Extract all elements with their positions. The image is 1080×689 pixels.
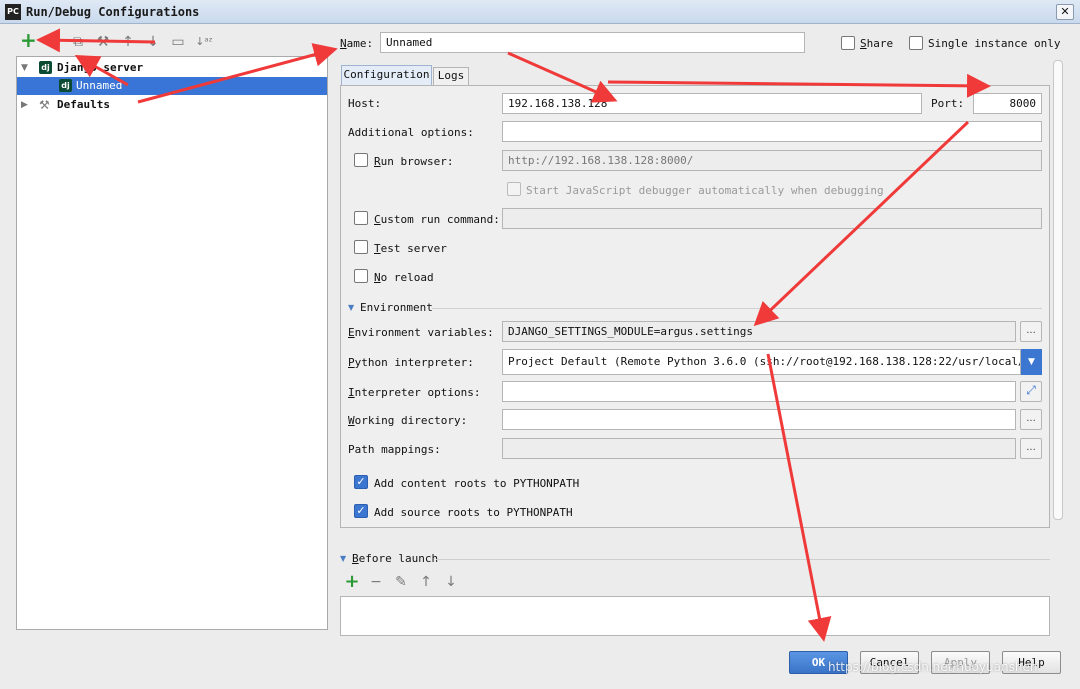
remove-configuration-icon[interactable]: − xyxy=(46,34,62,50)
add-content-roots-label: Add content roots to PYTHONPATH xyxy=(374,477,580,490)
python-interpreter-select[interactable]: Project Default (Remote Python 3.6.0 (ss… xyxy=(502,349,1021,375)
env-vars-browse-button[interactable]: ... xyxy=(1020,321,1042,342)
custom-run-command-checkbox[interactable] xyxy=(354,211,368,225)
window-title: Run/Debug Configurations xyxy=(26,5,200,19)
add-content-roots-checkbox[interactable]: ✓ xyxy=(354,475,368,489)
sort-alphabetically-icon[interactable]: ↓ᵃᶻ xyxy=(194,34,214,50)
host-label: Host: xyxy=(348,97,382,110)
tree-node-label: Defaults xyxy=(57,98,110,111)
tree-node-label: Django server xyxy=(57,61,144,74)
custom-run-command-input[interactable] xyxy=(502,208,1042,229)
run-browser-label: Run browser: xyxy=(374,155,454,168)
share-label: Share xyxy=(860,37,894,50)
copy-configuration-icon[interactable]: ⧉ xyxy=(70,34,86,50)
vertical-scrollbar[interactable] xyxy=(1053,60,1063,520)
section-divider xyxy=(432,308,1042,309)
single-instance-label: Single instance only xyxy=(928,37,1061,50)
port-input[interactable]: 8000 xyxy=(973,93,1042,114)
additional-options-label: Additional options: xyxy=(348,126,474,139)
port-label: Port: xyxy=(931,97,965,110)
folder-icon[interactable]: ▭ xyxy=(170,34,186,50)
working-directory-input[interactable] xyxy=(502,409,1016,430)
env-vars-input[interactable]: DJANGO_SETTINGS_MODULE=argus.settings xyxy=(502,321,1016,342)
chevron-down-icon[interactable]: ▼ xyxy=(1021,349,1042,375)
expand-icon[interactable]: ⤢ xyxy=(1020,381,1042,402)
add-configuration-icon[interactable]: + xyxy=(20,30,37,50)
name-input[interactable]: Unnamed xyxy=(380,32,805,53)
interpreter-options-label: Interpreter options: xyxy=(348,386,481,399)
tab-logs[interactable]: Logs xyxy=(433,67,469,85)
before-launch-task-list[interactable] xyxy=(340,596,1050,636)
move-up-icon[interactable]: ↑ xyxy=(120,34,136,50)
python-interpreter-label: Python interpreter: xyxy=(348,356,474,369)
path-mappings-browse-button[interactable]: ... xyxy=(1020,438,1042,459)
before-launch-collapse-icon[interactable]: ▼ xyxy=(340,554,346,563)
share-checkbox[interactable] xyxy=(841,36,855,50)
wrench-icon: ⚒ xyxy=(39,98,50,112)
edit-defaults-icon[interactable]: ⚒ xyxy=(95,34,111,50)
environment-section-title: Environment xyxy=(360,301,433,314)
django-icon: dj xyxy=(39,61,52,74)
pycharm-app-icon: PC xyxy=(5,4,21,20)
edit-task-icon[interactable]: ✎ xyxy=(393,574,409,590)
working-directory-label: Working directory: xyxy=(348,414,468,427)
additional-options-input[interactable] xyxy=(502,121,1042,142)
no-reload-checkbox[interactable] xyxy=(354,269,368,283)
working-directory-browse-button[interactable]: ... xyxy=(1020,409,1042,430)
test-server-checkbox[interactable] xyxy=(354,240,368,254)
name-label: Name: xyxy=(340,37,374,50)
tab-configuration[interactable]: Configuration xyxy=(341,65,432,85)
custom-run-command-label: Custom run command: xyxy=(374,213,500,226)
tree-node-defaults[interactable]: ▶ ⚒ Defaults xyxy=(17,96,327,114)
before-launch-section-title: Before launch xyxy=(352,552,439,565)
collapse-arrow-icon[interactable]: ▶ xyxy=(21,96,28,114)
move-down-icon[interactable]: ↓ xyxy=(145,34,161,50)
django-icon: dj xyxy=(59,79,72,92)
js-debugger-checkbox[interactable] xyxy=(507,182,521,196)
add-source-roots-label: Add source roots to PYTHONPATH xyxy=(374,506,573,519)
run-browser-url-input[interactable]: http://192.168.138.128:8000/ xyxy=(502,150,1042,171)
expand-arrow-icon[interactable]: ▼ xyxy=(21,59,28,77)
remove-task-icon[interactable]: − xyxy=(368,574,384,590)
tree-node-unnamed[interactable]: dj Unnamed xyxy=(17,77,327,95)
no-reload-label: No reload xyxy=(374,271,434,284)
section-divider xyxy=(436,559,1050,560)
test-server-label: Test server xyxy=(374,242,447,255)
move-task-down-icon[interactable]: ↓ xyxy=(443,574,459,590)
add-source-roots-checkbox[interactable]: ✓ xyxy=(354,504,368,518)
add-task-icon[interactable]: + xyxy=(344,573,360,591)
env-vars-label: Environment variables: xyxy=(348,326,494,339)
js-debugger-label: Start JavaScript debugger automatically … xyxy=(526,184,884,197)
path-mappings-label: Path mappings: xyxy=(348,443,441,456)
close-window-button[interactable]: ✕ xyxy=(1056,4,1074,20)
move-task-up-icon[interactable]: ↑ xyxy=(418,574,434,590)
environment-collapse-icon[interactable]: ▼ xyxy=(348,303,354,312)
host-input[interactable]: 192.168.138.128 xyxy=(502,93,922,114)
single-instance-checkbox[interactable] xyxy=(909,36,923,50)
tree-node-label: Unnamed xyxy=(76,79,123,92)
interpreter-options-input[interactable] xyxy=(502,381,1016,402)
watermark-text: https://blog.csdn.net/huoyuanshen xyxy=(828,660,1038,674)
path-mappings-input[interactable] xyxy=(502,438,1016,459)
configurations-tree: ▼ dj Django server dj Unnamed ▶ ⚒ Defaul… xyxy=(16,56,328,630)
tree-node-django-server[interactable]: ▼ dj Django server xyxy=(17,59,327,77)
run-browser-checkbox[interactable] xyxy=(354,153,368,167)
